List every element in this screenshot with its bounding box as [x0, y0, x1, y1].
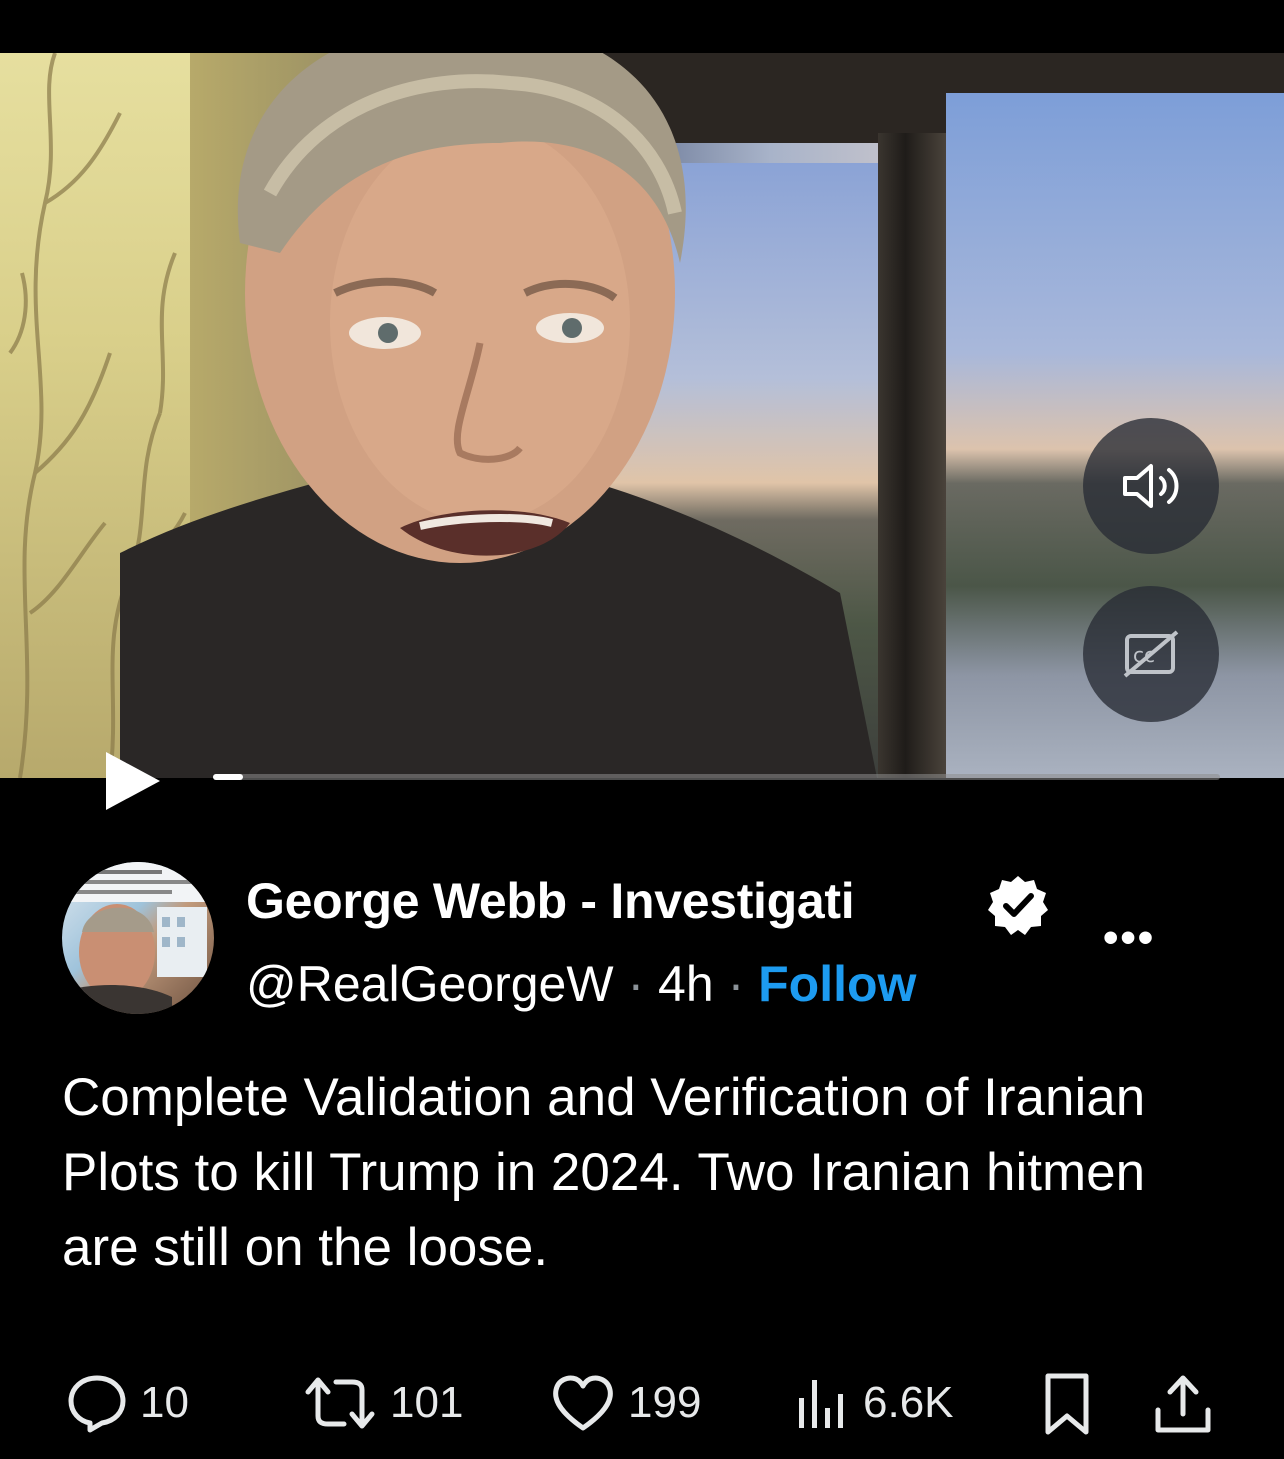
heart-icon — [553, 1375, 613, 1431]
share-icon — [1155, 1375, 1211, 1433]
author-meta-row: @RealGeorgeW · 4h · Follow — [246, 955, 916, 1013]
meta-separator: · — [627, 956, 645, 1012]
follow-button[interactable]: Follow — [758, 956, 916, 1012]
sound-button[interactable] — [1083, 418, 1219, 554]
progress-bar[interactable] — [213, 774, 1220, 780]
author-display-name[interactable]: George Webb - Investigati — [246, 872, 855, 930]
post-text: Complete Validation and Verification of … — [62, 1068, 1146, 1277]
views-icon — [799, 1380, 843, 1428]
reply-button[interactable]: 10 — [66, 1372, 189, 1434]
avatar-image — [62, 862, 214, 1014]
bookmark-icon — [1045, 1373, 1089, 1435]
views-count: 6.6K — [863, 1378, 954, 1427]
bookmark-button[interactable] — [1040, 1372, 1094, 1438]
more-icon: ••• — [1103, 913, 1156, 962]
play-button[interactable] — [104, 750, 162, 812]
post-timestamp[interactable]: 4h — [658, 956, 714, 1012]
progress-fill — [213, 774, 244, 780]
repost-button[interactable]: 101 — [302, 1372, 463, 1434]
captions-off-icon: cc — [1123, 630, 1179, 678]
speaker-icon — [1123, 464, 1179, 508]
meta-separator: · — [727, 956, 745, 1012]
author-handle[interactable]: @RealGeorgeW — [246, 956, 614, 1012]
views-button[interactable]: 6.6K — [795, 1372, 954, 1434]
reply-count: 10 — [140, 1378, 189, 1427]
like-button[interactable]: 199 — [550, 1372, 701, 1434]
video-person — [120, 53, 877, 778]
share-button[interactable] — [1152, 1372, 1214, 1438]
play-icon — [106, 752, 160, 810]
video-player[interactable]: cc — [0, 53, 1284, 778]
more-options-button[interactable]: ••• — [1103, 916, 1169, 960]
repost-icon — [305, 1377, 375, 1429]
avatar[interactable] — [62, 862, 214, 1014]
repost-count: 101 — [390, 1378, 464, 1427]
like-count: 199 — [628, 1378, 702, 1427]
captions-button[interactable]: cc — [1083, 586, 1219, 722]
verified-badge-icon — [988, 876, 1048, 935]
reply-icon — [68, 1375, 126, 1433]
